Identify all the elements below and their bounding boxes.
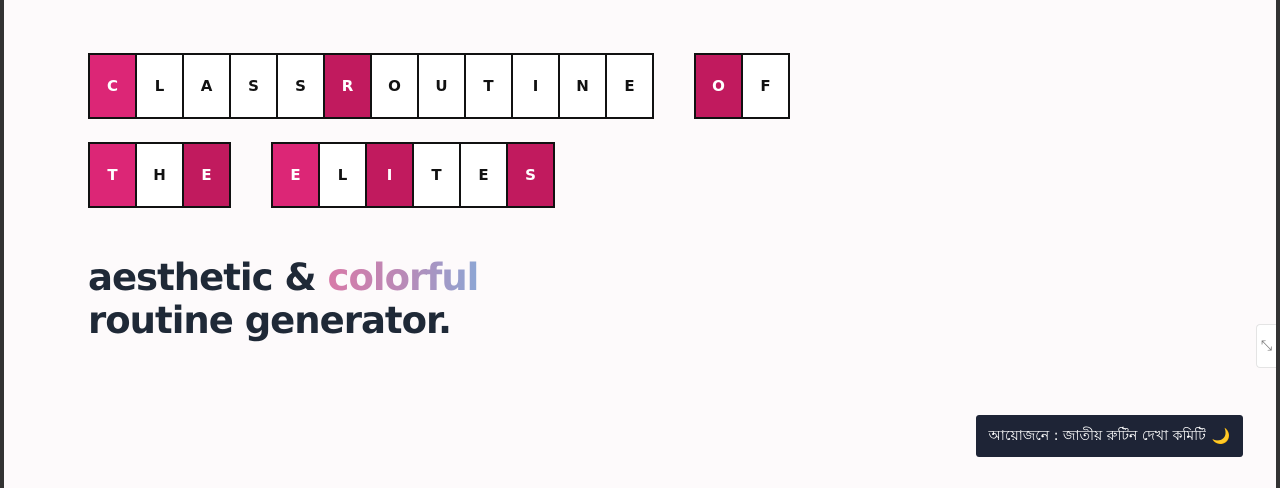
letter-tile: A [182,53,231,119]
headline-highlight: colorful [327,256,480,299]
letter-tile: T [412,142,461,208]
letter-tile: E [182,142,231,208]
letter-tile: I [365,142,414,208]
letter-tile: U [417,53,466,119]
headline-prefix: aesthetic & [88,256,328,299]
headline-line-2: routine generator. [88,299,452,342]
collapse-icon: ⤡ [1260,338,1273,354]
letter-tile: T [88,142,137,208]
headline: aesthetic & colorful routine generator. [88,256,480,342]
letter-tile: T [464,53,513,119]
letter-tile: L [318,142,367,208]
letter-tile: C [88,53,137,119]
credit-text: আয়োজনে : জাতীয় রুটিন দেখা কমিটি [988,428,1206,444]
letter-tile: S [229,53,278,119]
letter-tile: O [370,53,419,119]
window-border-left [0,0,4,488]
letter-tile: L [135,53,184,119]
letter-tile: S [276,53,325,119]
letter-tile: E [605,53,654,119]
letter-tile: N [558,53,607,119]
letter-tile: F [741,53,790,119]
credit-badge[interactable]: আয়োজনে : জাতীয় রুটিন দেখা কমিটি 🌙 [976,415,1243,457]
letter-tile: S [506,142,555,208]
side-panel-toggle[interactable]: ⤡ [1256,324,1276,368]
letter-tile: R [323,53,372,119]
title-word: OF [694,53,790,119]
letter-tile: E [459,142,508,208]
title-row-1: CLASSROUTINEOF [88,53,790,119]
title-word: THE [88,142,231,208]
letter-tile: I [511,53,560,119]
moon-icon: 🌙 [1211,427,1231,445]
title-row-2: THEELITES [88,142,555,208]
headline-line-1: aesthetic & colorful [88,256,480,299]
letter-tile: H [135,142,184,208]
letter-tile: O [694,53,743,119]
window-border-right [1276,0,1280,488]
letter-tile: E [271,142,320,208]
title-word: CLASSROUTINE [88,53,654,119]
title-word: ELITES [271,142,555,208]
